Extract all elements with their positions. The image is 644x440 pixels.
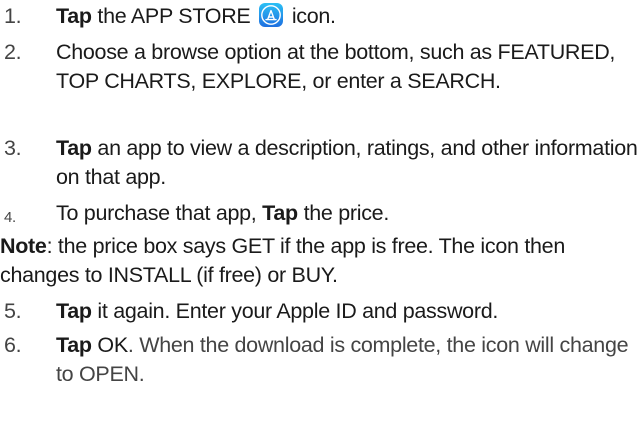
note-label: Note xyxy=(0,234,47,258)
step-3: 3. Tap an app to view a description, rat… xyxy=(4,134,638,192)
note-text: : the price box says GET if the app is f… xyxy=(0,234,565,287)
action-word: Tap xyxy=(56,136,92,160)
action-word: Tap xyxy=(56,4,92,28)
step-number: 4. xyxy=(4,209,16,226)
step-number: 3. xyxy=(4,136,22,160)
step-1: 1. Tap the APP STORE icon. xyxy=(4,2,638,31)
instructions-document: 1. Tap the APP STORE icon. 2. Choose a b… xyxy=(0,0,644,440)
step-6: 6. Tap OK. When the download is complete… xyxy=(4,331,638,389)
note-paragraph: Note: the price box says GET if the app … xyxy=(0,232,640,290)
step-number: 1. xyxy=(4,4,22,28)
step-number: 2. xyxy=(4,40,22,64)
step-text: To purchase that app, Tap the price. xyxy=(56,201,389,225)
step-4: 4. To purchase that app, Tap the price. xyxy=(4,199,638,228)
step-text: Tap the APP STORE icon. xyxy=(56,2,336,28)
step-number: 5. xyxy=(4,299,22,323)
action-word: Tap xyxy=(262,201,298,225)
step-text: Tap it again. Enter your Apple ID and pa… xyxy=(56,299,499,323)
step-number: 6. xyxy=(4,333,22,357)
step-2: 2. Choose a browse option at the bottom,… xyxy=(4,38,638,96)
step-text: Tap an app to view a description, rating… xyxy=(56,136,638,189)
action-word: Tap xyxy=(56,333,92,357)
app-store-icon xyxy=(258,2,284,28)
step-text: Tap OK. When the download is complete, t… xyxy=(56,333,629,386)
action-word: Tap xyxy=(56,299,92,323)
step-5: 5. Tap it again. Enter your Apple ID and… xyxy=(4,297,638,326)
step-text: Choose a browse option at the bottom, su… xyxy=(56,40,616,93)
